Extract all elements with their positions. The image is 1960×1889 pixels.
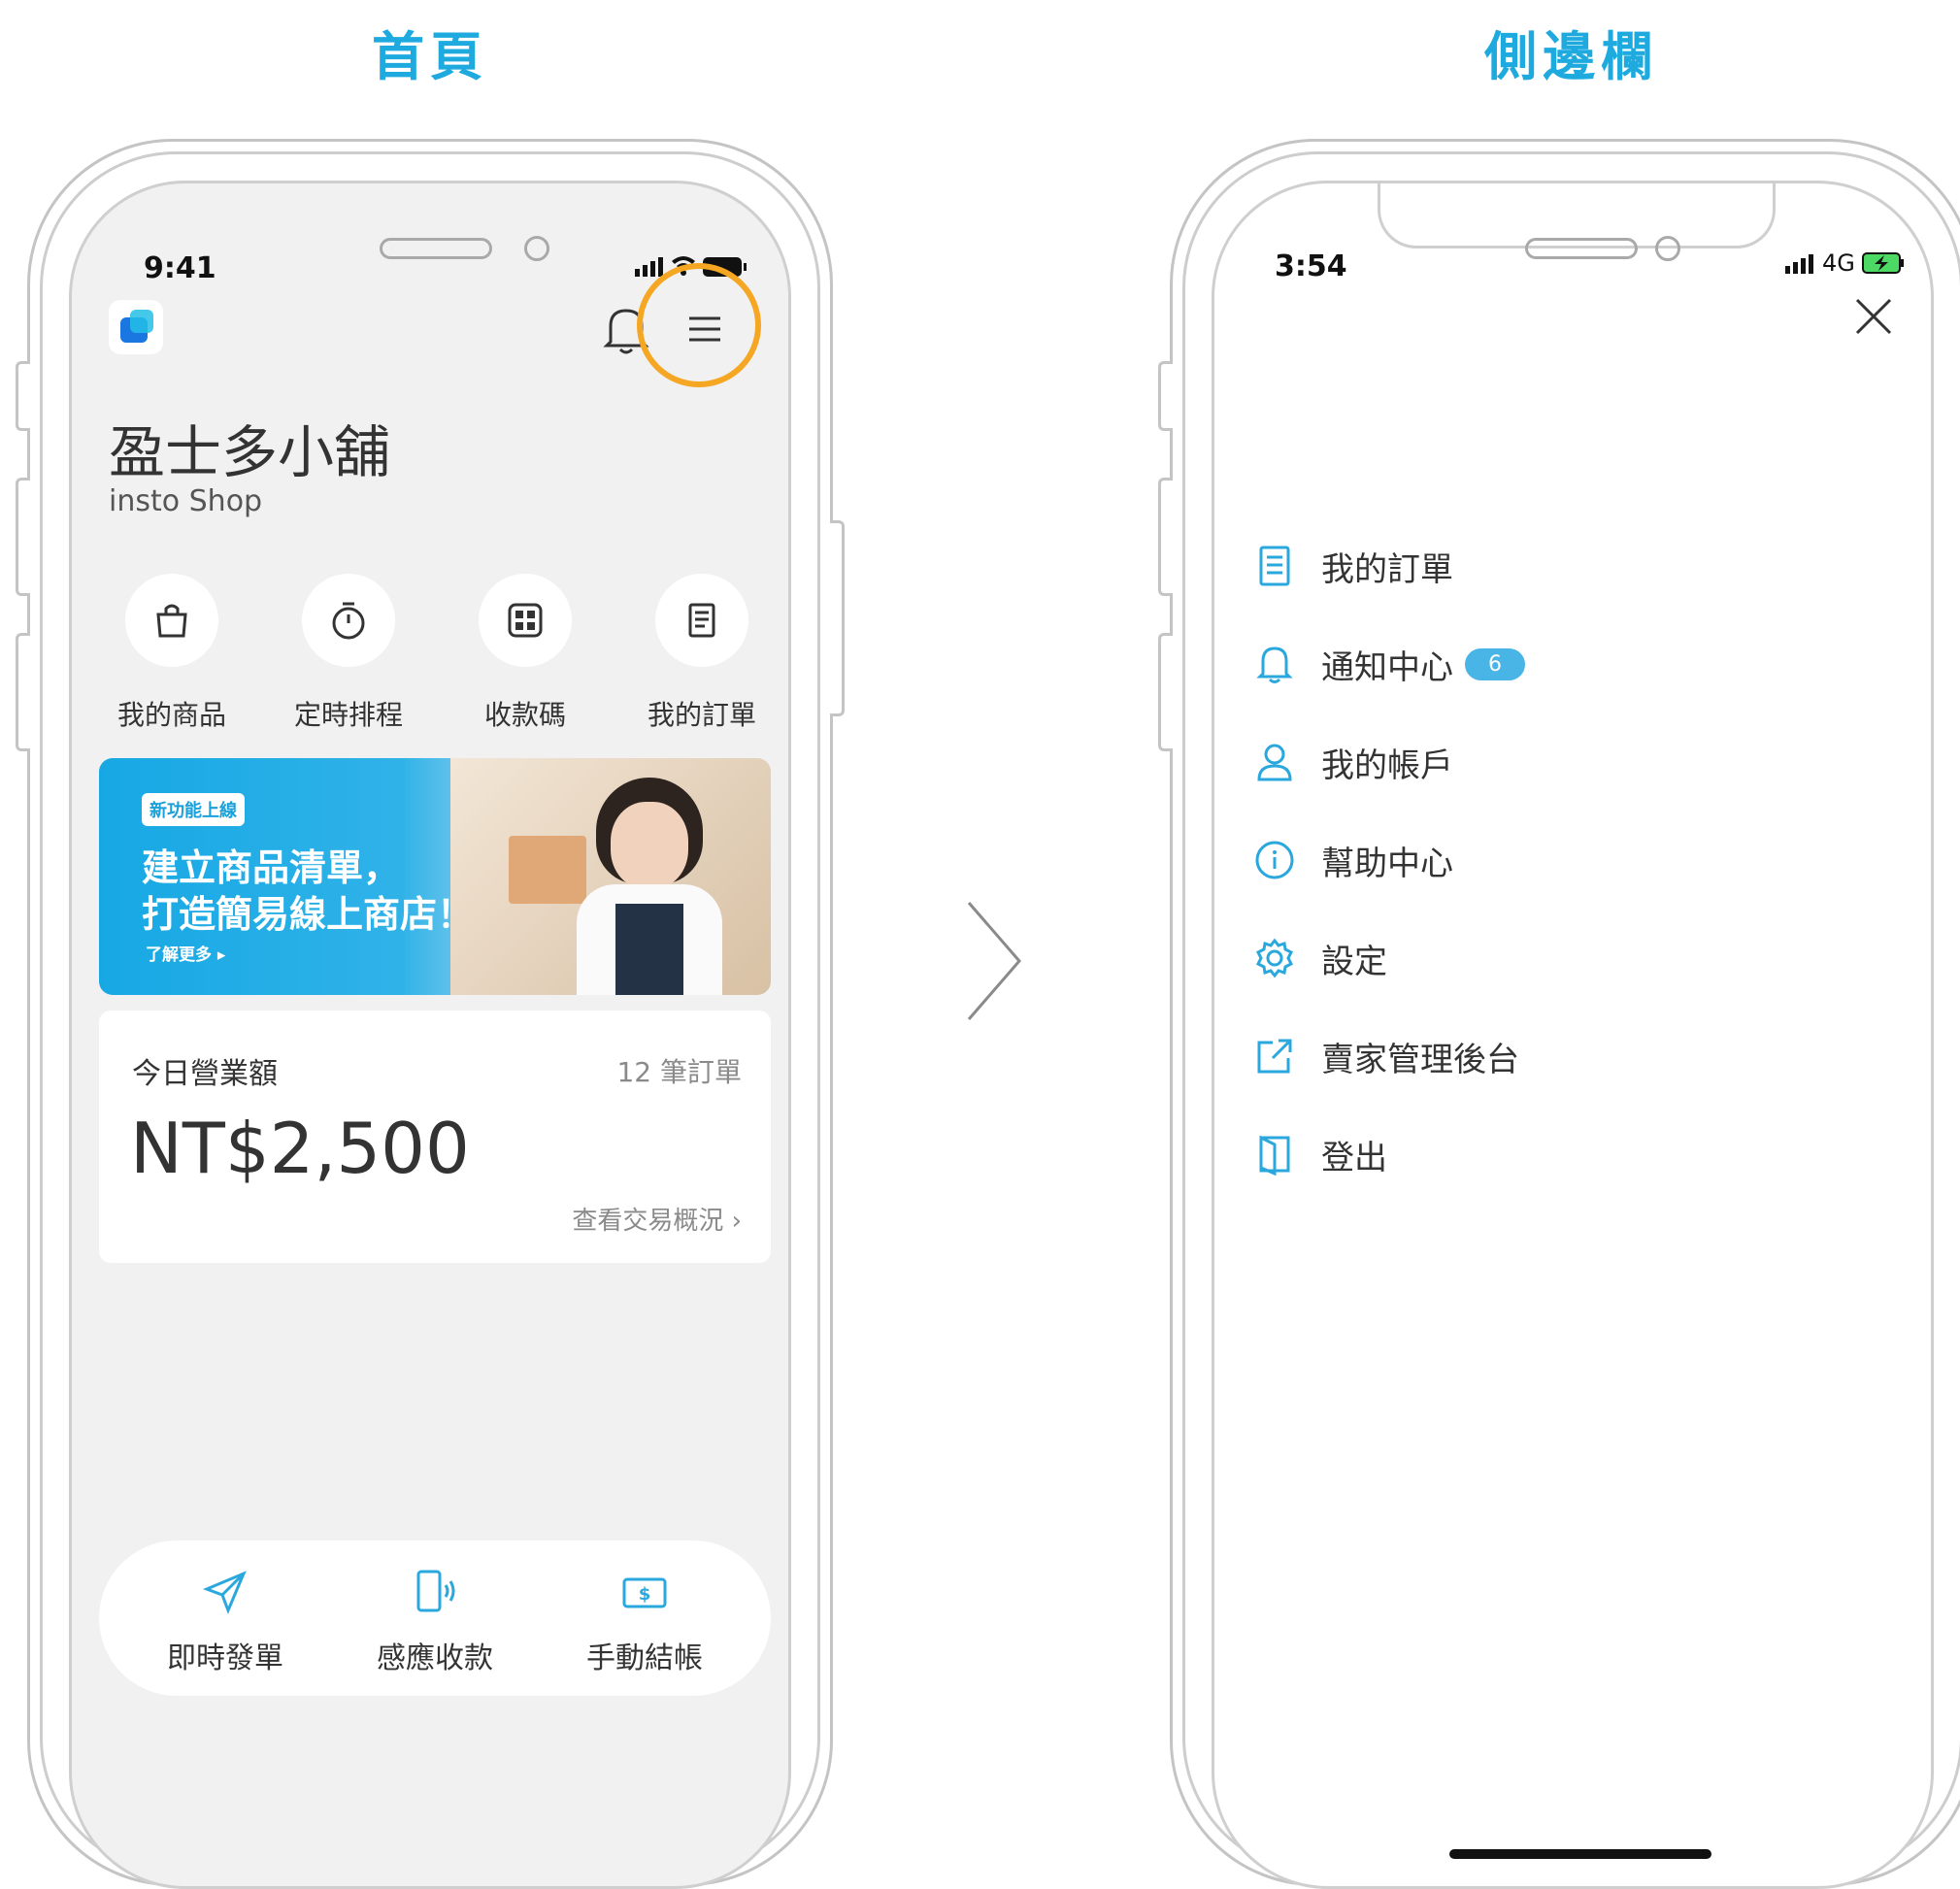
- sales-amount: NT$2,500: [130, 1108, 470, 1189]
- side-button: [830, 520, 845, 716]
- manual-checkout-button[interactable]: $ 手動結帳: [548, 1568, 742, 1676]
- quick-action-label: 定時排程: [293, 699, 403, 731]
- info-icon: [1251, 837, 1298, 883]
- quick-action-orders[interactable]: 我的訂單: [629, 574, 775, 733]
- phone-sidebar: 3:54 4G 我的訂單 通知中心 6 我的帳戶 幫助中心 設定 賣家管理後台 …: [1170, 139, 1960, 1889]
- network-label: 4G: [1822, 249, 1855, 277]
- tap-to-pay-button[interactable]: 感應收款: [338, 1568, 532, 1676]
- qr-code-icon: [479, 574, 572, 667]
- home-screen: 9:41 盈士多小舖 insto Shop 我的商品 定時排程 收款碼 我的訂單…: [69, 181, 791, 1889]
- promo-banner[interactable]: 新功能上線 建立商品清單， 打造簡易線上商店！ 了解更多 ▸: [99, 758, 771, 995]
- sidebar-item-notifications[interactable]: 通知中心 6: [1251, 635, 1525, 693]
- sales-card: 今日營業額 12 筆訂單 NT$2,500 查看交易概況 ›: [99, 1011, 771, 1263]
- side-button: [16, 633, 30, 751]
- battery-charging-icon: [1861, 252, 1904, 274]
- chevron-right-icon: [961, 898, 1029, 1028]
- sidebar-item-seller-admin[interactable]: 賣家管理後台: [1251, 1027, 1519, 1085]
- sidebar-item-label: 幫助中心: [1321, 844, 1453, 883]
- receipt-icon: [1251, 543, 1298, 589]
- sidebar-item-account[interactable]: 我的帳戶: [1251, 733, 1453, 791]
- notification-count-badge: 6: [1465, 647, 1525, 680]
- sidebar-item-label: 通知中心: [1321, 647, 1453, 687]
- send-icon: [202, 1571, 247, 1615]
- timer-icon: [302, 574, 395, 667]
- close-icon[interactable]: [1849, 292, 1898, 341]
- receipt-icon: [655, 574, 748, 667]
- sidebar-item-label: 登出: [1321, 1138, 1387, 1177]
- bottom-action-label: 手動結帳: [586, 1641, 703, 1675]
- phone-home: 9:41 盈士多小舖 insto Shop 我的商品 定時排程 收款碼 我的訂單…: [27, 139, 833, 1889]
- logout-icon: [1251, 1131, 1298, 1177]
- banner-learn-more[interactable]: 了解更多 ▸: [146, 941, 225, 965]
- sidebar-item-orders[interactable]: 我的訂單: [1251, 537, 1453, 595]
- section-title-home: 首頁: [372, 26, 488, 87]
- app-logo: [109, 300, 163, 354]
- sidebar-item-logout[interactable]: 登出: [1251, 1125, 1387, 1183]
- camera: [1655, 236, 1680, 261]
- quick-action-label: 我的商品: [116, 699, 226, 731]
- sidebar-item-label: 賣家管理後台: [1321, 1040, 1519, 1079]
- sidebar-screen: 3:54 4G 我的訂單 通知中心 6 我的帳戶 幫助中心 設定 賣家管理後台 …: [1212, 181, 1934, 1889]
- quick-action-qr[interactable]: 收款碼: [452, 574, 598, 733]
- section-title-sidebar: 側邊欄: [1484, 26, 1659, 87]
- banner-headline-2: 打造簡易線上商店！: [142, 893, 475, 936]
- status-time: 9:41: [144, 251, 216, 285]
- sales-label: 今日營業額: [132, 1057, 278, 1091]
- sidebar-item-label: 我的帳戶: [1321, 746, 1453, 785]
- cash-icon: $: [622, 1577, 667, 1608]
- speaker: [1525, 238, 1638, 259]
- banner-headline-1: 建立商品清單，: [142, 846, 401, 889]
- status-time: 3:54: [1275, 249, 1347, 283]
- sidebar-item-label: 設定: [1321, 942, 1387, 981]
- bell-icon: [1251, 641, 1298, 687]
- nfc-phone-icon: [416, 1570, 455, 1612]
- quick-action-label: 我的訂單: [647, 699, 756, 731]
- quick-action-label: 收款碼: [483, 699, 566, 731]
- user-icon: [1251, 739, 1298, 785]
- side-button: [1158, 361, 1173, 431]
- banner-badge: 新功能上線: [142, 793, 245, 826]
- speaker: [380, 238, 492, 259]
- bottom-action-label: 感應收款: [377, 1641, 493, 1675]
- shop-subtitle: insto Shop: [109, 484, 263, 518]
- external-link-icon: [1251, 1033, 1298, 1079]
- sidebar-item-help[interactable]: 幫助中心: [1251, 831, 1453, 889]
- instant-order-button[interactable]: 即時發單: [128, 1568, 322, 1676]
- view-transactions-link[interactable]: 查看交易概況 ›: [572, 1201, 742, 1237]
- camera: [524, 236, 549, 261]
- status-icons: 4G: [1783, 249, 1906, 277]
- quick-action-products[interactable]: 我的商品: [99, 574, 245, 733]
- banner-photo: [450, 758, 771, 995]
- bottom-action-label: 即時發單: [167, 1641, 283, 1675]
- side-button: [16, 478, 30, 596]
- home-indicator: [1449, 1849, 1711, 1859]
- svg-text:$: $: [639, 1584, 651, 1605]
- shopping-bag-icon: [125, 574, 218, 667]
- quick-action-schedule[interactable]: 定時排程: [276, 574, 421, 733]
- sidebar-item-label: 我的訂單: [1321, 549, 1453, 589]
- shop-name: 盈士多小舖: [109, 419, 391, 485]
- gear-icon: [1251, 935, 1298, 981]
- order-count: 12 筆訂單: [616, 1056, 742, 1088]
- side-button: [1158, 478, 1173, 596]
- sidebar-item-settings[interactable]: 設定: [1251, 929, 1387, 987]
- menu-highlight-ring: [637, 263, 761, 387]
- side-button: [16, 361, 30, 431]
- side-button: [1158, 633, 1173, 751]
- bottom-action-bar: 即時發單 感應收款 $ 手動結帳: [99, 1541, 771, 1696]
